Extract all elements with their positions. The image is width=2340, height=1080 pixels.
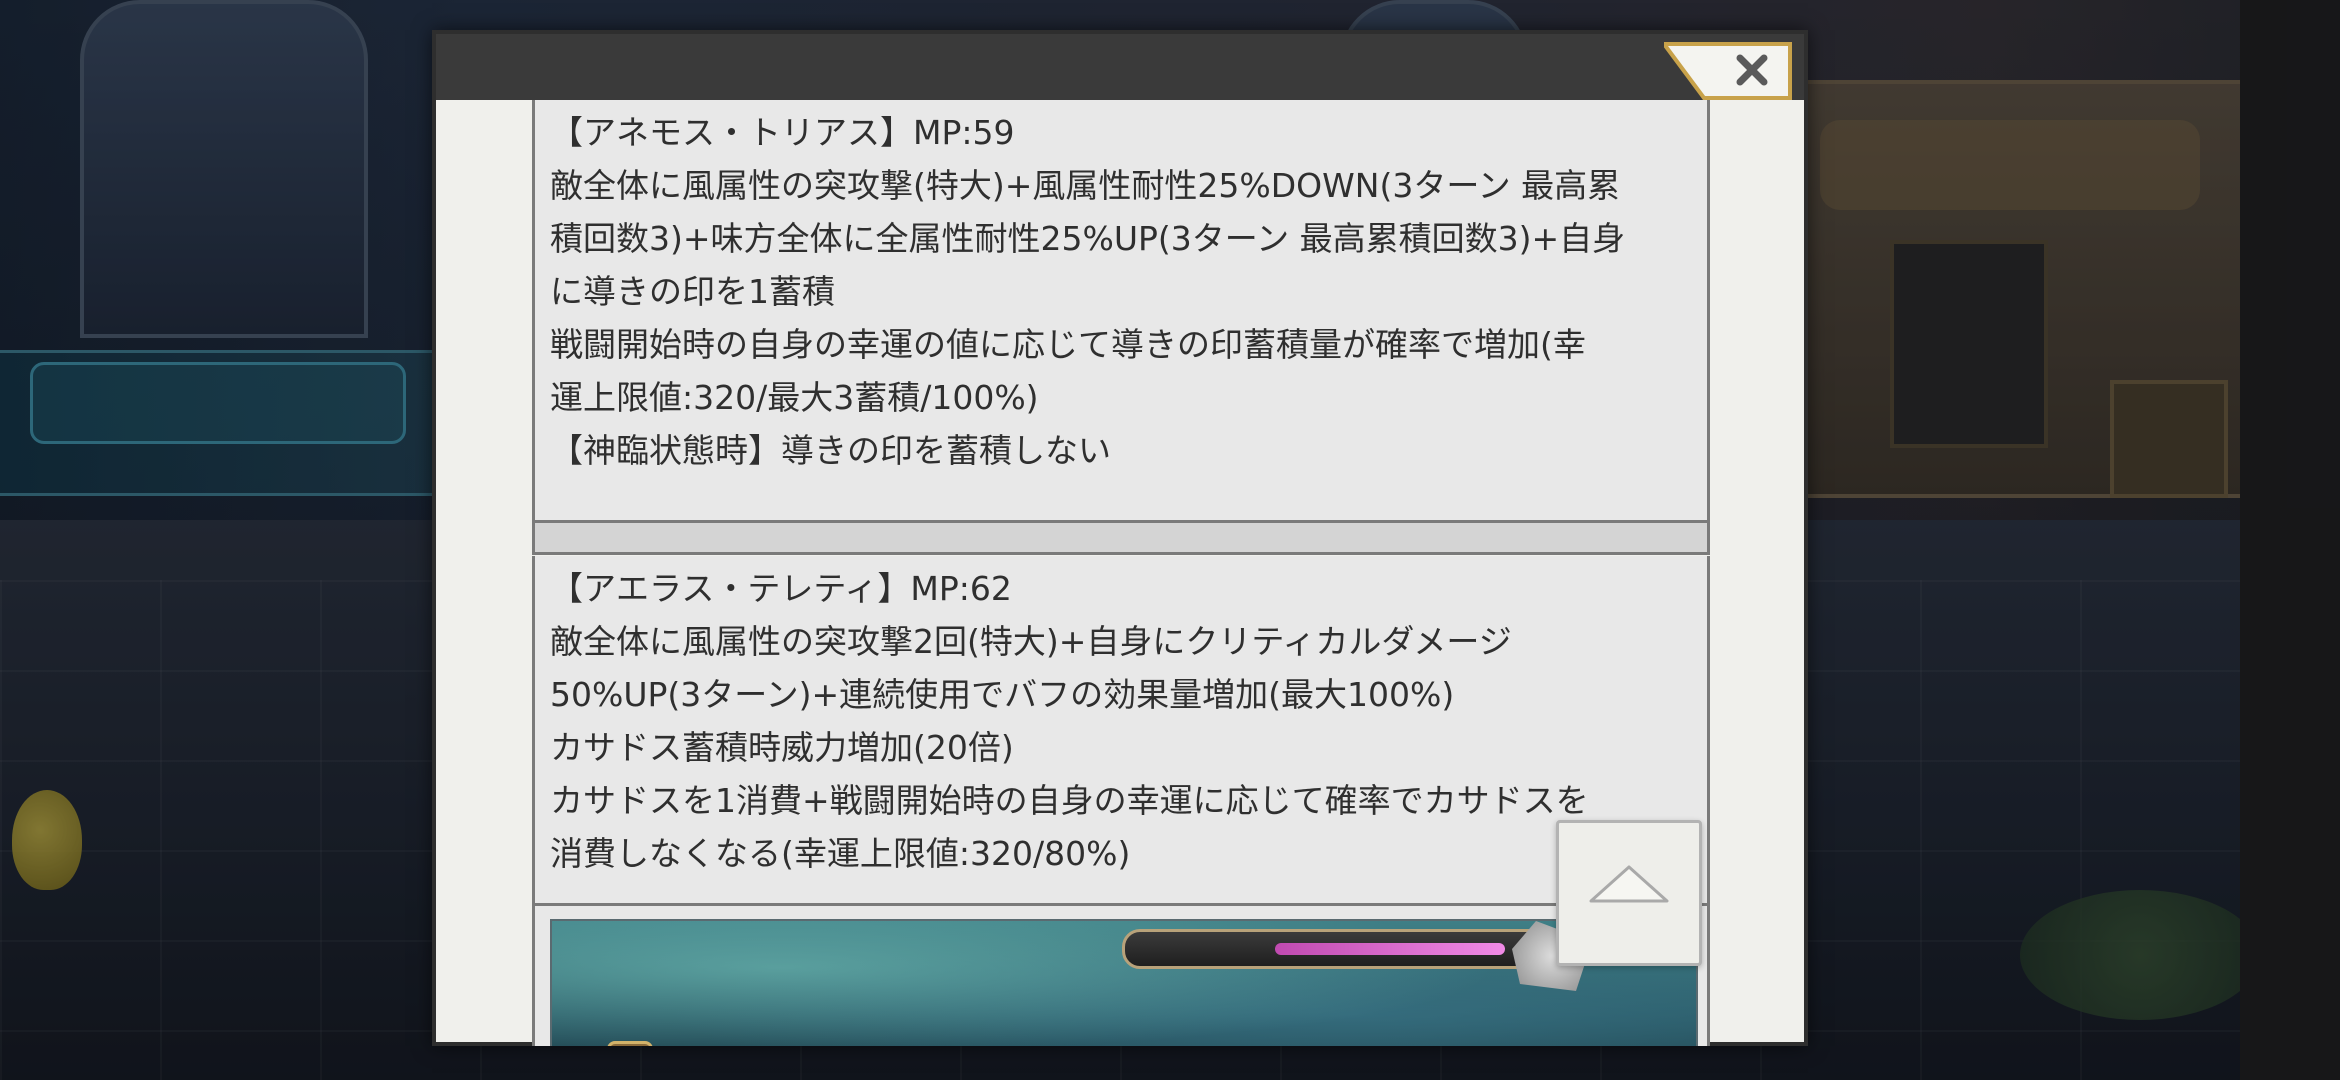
skill-line: カサドスを1消費+戦闘開始時の自身の幸運に応じて確率でカサドスを: [550, 781, 1589, 820]
skill-list-scroll[interactable]: 【アネモス・トリアス】MP:59 敵全体に風属性の突攻撃(特大)+風属性耐性25…: [532, 100, 1710, 1046]
skill-description: 【アエラス・テレティ】MP:62 敵全体に風属性の突攻撃2回(特大)+自身にクリ…: [550, 562, 1695, 880]
skill-line: 運上限値:320/最大3蓄積/100%): [550, 378, 1039, 417]
skill-line: 戦闘開始時の自身の幸運の値に応じて導きの印蓄積量が確率で増加(幸: [550, 325, 1586, 364]
preview-gauge-fill: [1275, 943, 1505, 955]
skill-title: 【アエラス・テレティ】MP:62: [550, 569, 1012, 608]
chevron-up-icon: [1589, 865, 1669, 903]
scroll-to-top-button[interactable]: [1556, 820, 1702, 966]
skill-title: 【アネモス・トリアス】MP:59: [550, 113, 1015, 152]
dialog-header: [436, 34, 1804, 100]
preview-chest: [607, 1041, 653, 1046]
skill-preview-card: [532, 906, 1710, 1046]
skill-line: に導きの印を1蓄積: [550, 272, 835, 311]
skill-line: カサドス蓄積時威力増加(20倍): [550, 728, 1014, 767]
skill-card: 【アネモス・トリアス】MP:59 敵全体に風属性の突攻撃(特大)+風属性耐性25…: [532, 100, 1710, 523]
close-icon: [1664, 42, 1792, 100]
skill-line: 50%UP(3ターン)+連続使用でバフの効果量増加(最大100%): [550, 675, 1455, 714]
close-button[interactable]: [1664, 42, 1792, 100]
skill-card: 【アエラス・テレティ】MP:62 敵全体に風属性の突攻撃2回(特大)+自身にクリ…: [532, 556, 1710, 906]
skill-line: 消費しなくなる(幸運上限値:320/80%): [550, 834, 1131, 873]
skill-line: 【神臨状態時】導きの印を蓄積しない: [550, 431, 1111, 470]
skill-line: 敵全体に風属性の突攻撃(特大)+風属性耐性25%DOWN(3ターン 最高累: [550, 166, 1621, 205]
card-divider: [532, 523, 1710, 555]
skill-description: 【アネモス・トリアス】MP:59 敵全体に風属性の突攻撃(特大)+風属性耐性25…: [550, 106, 1695, 477]
preview-gauge: [1122, 929, 1548, 969]
skill-line: 敵全体に風属性の突攻撃2回(特大)+自身にクリティカルダメージ: [550, 622, 1512, 661]
skill-preview-image: [550, 919, 1698, 1046]
skill-line: 積回数3)+味方全体に全属性耐性25%UP(3ターン 最高累積回数3)+自身: [550, 219, 1626, 258]
